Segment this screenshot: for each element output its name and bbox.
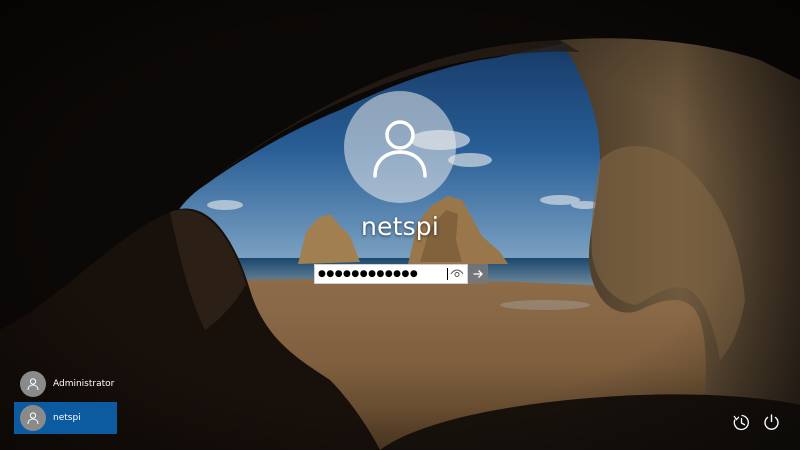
person-icon	[27, 412, 39, 425]
user-avatar-small	[20, 405, 46, 431]
account-name: Administrator	[53, 379, 115, 389]
account-item-administrator[interactable]: Administrator	[14, 368, 117, 400]
ease-of-access-button[interactable]	[729, 410, 753, 434]
person-icon	[373, 120, 427, 178]
text-caret	[447, 268, 448, 280]
power-icon	[763, 414, 779, 430]
submit-button[interactable]	[468, 264, 488, 284]
password-area	[314, 264, 488, 284]
power-button[interactable]	[759, 410, 783, 434]
ease-of-access-icon	[733, 414, 749, 430]
user-avatar-large	[344, 91, 456, 203]
account-name: netspi	[53, 413, 81, 423]
password-input[interactable]	[315, 265, 449, 283]
arrow-right-icon	[473, 270, 483, 278]
user-avatar-small	[20, 371, 46, 397]
account-item-netspi[interactable]: netspi	[14, 402, 117, 434]
username-label: netspi	[360, 212, 440, 241]
password-field[interactable]	[314, 264, 468, 284]
eye-icon[interactable]	[450, 267, 464, 281]
person-icon	[27, 378, 39, 391]
account-list: Administrator netspi	[14, 368, 117, 434]
